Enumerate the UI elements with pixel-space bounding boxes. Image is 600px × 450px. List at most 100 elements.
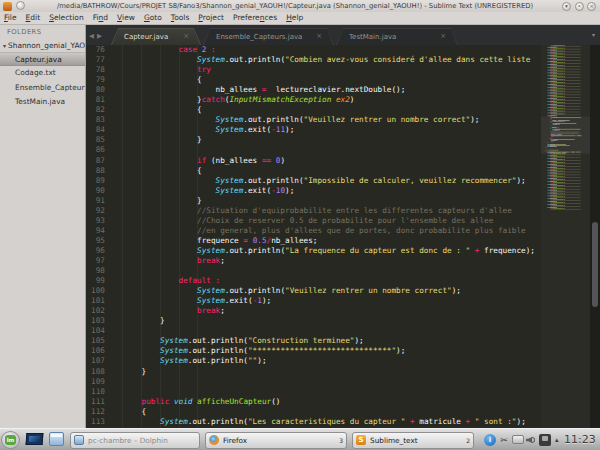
menu-edit[interactable]: Edit bbox=[26, 13, 41, 22]
tab-label: Capteur.java bbox=[124, 33, 168, 41]
sidebar-file-capteur-java[interactable]: Capteur.java bbox=[0, 52, 85, 66]
code-editor[interactable]: 76 case 2 :77 System.out.println("Combie… bbox=[86, 45, 541, 428]
code-line[interactable]: 110 bbox=[86, 387, 541, 397]
code-line[interactable]: 108 } bbox=[86, 367, 541, 377]
code-line[interactable]: 90 System.exit(-10); bbox=[86, 186, 541, 196]
code-text: { bbox=[123, 407, 146, 417]
code-line[interactable]: 111 public void afficheUnCapteur() bbox=[86, 397, 541, 407]
code-line[interactable]: 105 System.out.println("Construction ter… bbox=[86, 336, 541, 346]
code-line[interactable]: 89 System.out.println("Impossible de cal… bbox=[86, 176, 541, 186]
code-line[interactable]: 86 bbox=[86, 145, 541, 155]
tab-close-icon[interactable]: × bbox=[316, 32, 322, 40]
code-line[interactable]: 84 System.exit(-11); bbox=[86, 125, 541, 135]
code-line[interactable]: 79 { bbox=[86, 75, 541, 85]
code-line[interactable]: 98 bbox=[86, 266, 541, 276]
minimap[interactable] bbox=[541, 45, 590, 428]
taskbar-item-dolphin[interactable]: pc-chambre – Dolphin bbox=[70, 432, 200, 449]
tab-ensemble-capteurs-java[interactable]: Ensemble_Capteurs.java× bbox=[203, 28, 334, 45]
code-line[interactable]: 101 System.exit(-1); bbox=[86, 296, 541, 306]
menu-find[interactable]: Find bbox=[93, 13, 108, 22]
line-number: 80 bbox=[86, 85, 105, 95]
line-number: 107 bbox=[86, 356, 105, 366]
tab-close-icon[interactable]: × bbox=[183, 32, 189, 40]
code-line[interactable]: 107 System.out.println(""); bbox=[86, 356, 541, 366]
code-text: frequence = 0.5/nb_allees; bbox=[123, 236, 317, 246]
taskbar-item-sublime[interactable]: S Sublime_text 2 bbox=[352, 432, 474, 449]
menu-project[interactable]: Project bbox=[198, 13, 224, 22]
code-line[interactable]: 87 if (nb_allees == 0) bbox=[86, 156, 541, 166]
sidebar-file-codage-txt[interactable]: Codage.txt bbox=[0, 66, 85, 80]
code-text: System.out.println("Construction termine… bbox=[123, 336, 364, 346]
tab-close-icon[interactable]: × bbox=[440, 32, 446, 40]
klipper-scissors-icon[interactable]: ✂ bbox=[498, 434, 510, 446]
code-line[interactable]: 92 //Situation d'equiprobabilite entre l… bbox=[86, 206, 541, 216]
menu-selection[interactable]: Selection bbox=[49, 13, 84, 22]
code-text: default : bbox=[123, 276, 220, 286]
menu-tools[interactable]: Tools bbox=[171, 13, 189, 22]
tab-testmain-java[interactable]: TestMain.java× bbox=[336, 28, 458, 45]
code-line[interactable]: 76 case 2 : bbox=[86, 45, 541, 55]
line-number: 77 bbox=[86, 55, 105, 65]
line-number: 84 bbox=[86, 125, 105, 135]
code-line[interactable]: 85 } bbox=[86, 135, 541, 145]
code-text: System.out.println("Combien avez-vous co… bbox=[123, 55, 530, 65]
code-line[interactable]: 91 } bbox=[86, 196, 541, 206]
code-line[interactable]: 96 System.out.println("La frequence du c… bbox=[86, 246, 541, 256]
show-desktop-button[interactable] bbox=[26, 433, 44, 445]
line-number: 113 bbox=[86, 417, 105, 427]
window-menu-button[interactable] bbox=[16, 1, 25, 10]
code-line[interactable]: 113 System.out.println("Les caracteristi… bbox=[86, 417, 541, 427]
code-line[interactable]: 77 System.out.println("Combien avez-vous… bbox=[86, 55, 541, 65]
menu-goto[interactable]: Goto bbox=[144, 13, 162, 22]
line-number: 109 bbox=[86, 377, 105, 387]
menu-view[interactable]: View bbox=[117, 13, 135, 22]
tray-expand-icon[interactable]: ▴ bbox=[555, 436, 559, 444]
code-line[interactable]: 100 System.out.println("Veuillez rentrer… bbox=[86, 286, 541, 296]
code-line[interactable]: 104 bbox=[86, 326, 541, 336]
tab-capteur-java[interactable]: Capteur.java × bbox=[111, 28, 201, 45]
code-line[interactable]: 81 }catch(InputMismatchException ex2) bbox=[86, 95, 541, 105]
sidebar-file-testmain-java[interactable]: TestMain.java bbox=[0, 95, 85, 109]
code-line[interactable]: 103 } bbox=[86, 316, 541, 326]
code-line[interactable]: 95 frequence = 0.5/nb_allees; bbox=[86, 236, 541, 246]
code-line[interactable]: 78 try bbox=[86, 65, 541, 75]
close-button[interactable]: × bbox=[587, 2, 596, 11]
sublime-app-icon bbox=[3, 2, 12, 11]
mint-logo-icon: lm bbox=[5, 435, 16, 445]
mint-menu-button[interactable]: lm bbox=[1, 431, 20, 449]
menu-help[interactable]: Help bbox=[286, 13, 303, 22]
code-line[interactable]: 83 System.out.println("Veuillez rentrer … bbox=[86, 115, 541, 125]
code-line[interactable]: 112 { bbox=[86, 407, 541, 417]
code-line[interactable]: 94 //en general, plus d'allees que de po… bbox=[86, 226, 541, 236]
code-line[interactable]: 82 { bbox=[86, 105, 541, 115]
code-line[interactable]: 80 nb_allees = lectureclavier.nextDouble… bbox=[86, 85, 541, 95]
window-list-button[interactable] bbox=[49, 432, 64, 446]
network-tray-icon[interactable] bbox=[512, 435, 524, 444]
code-line[interactable]: 106 System.out.println("****************… bbox=[86, 346, 541, 356]
device-tray-icon[interactable] bbox=[539, 434, 551, 446]
sidebar-file-ensemble-capteurs[interactable]: Ensemble_Capteurs bbox=[0, 81, 85, 95]
line-number: 102 bbox=[86, 306, 105, 316]
line-number: 104 bbox=[86, 326, 105, 336]
code-text: public void afficheUnCapteur() bbox=[123, 397, 280, 407]
volume-tray-icon[interactable] bbox=[525, 434, 537, 446]
screen: /media/BATHROW/Cours/PROJET S8/Fano3/Sha… bbox=[0, 0, 600, 450]
taskbar-item-firefox[interactable]: Firefox 3 bbox=[205, 432, 347, 449]
info-tray-icon[interactable]: i bbox=[484, 434, 496, 446]
expand-triangle-icon: ▾ bbox=[3, 42, 6, 49]
code-line[interactable]: 97 break; bbox=[86, 256, 541, 266]
tab-overflow-icon[interactable]: ▾ bbox=[592, 31, 595, 38]
minimize-button[interactable]: ▾ bbox=[562, 2, 571, 11]
line-number: 105 bbox=[86, 336, 105, 346]
code-line[interactable]: 93 //Choix de reserver 0.5 de probabilit… bbox=[86, 216, 541, 226]
sidebar-root-folder[interactable]: ▾Shannon_genial_YAOUH! bbox=[3, 41, 85, 50]
tab-history-arrows[interactable]: ◀▶ bbox=[89, 32, 105, 40]
code-line[interactable]: 88 { bbox=[86, 166, 541, 176]
code-line[interactable]: 102 break; bbox=[86, 306, 541, 316]
code-line[interactable]: 99 default : bbox=[86, 276, 541, 286]
menu-preferences[interactable]: Preferences bbox=[233, 13, 277, 22]
scrollbar-thumb[interactable] bbox=[592, 222, 598, 307]
menu-file[interactable]: File bbox=[4, 13, 17, 22]
maximize-button[interactable]: • bbox=[575, 2, 584, 11]
code-line[interactable]: 109 bbox=[86, 377, 541, 387]
